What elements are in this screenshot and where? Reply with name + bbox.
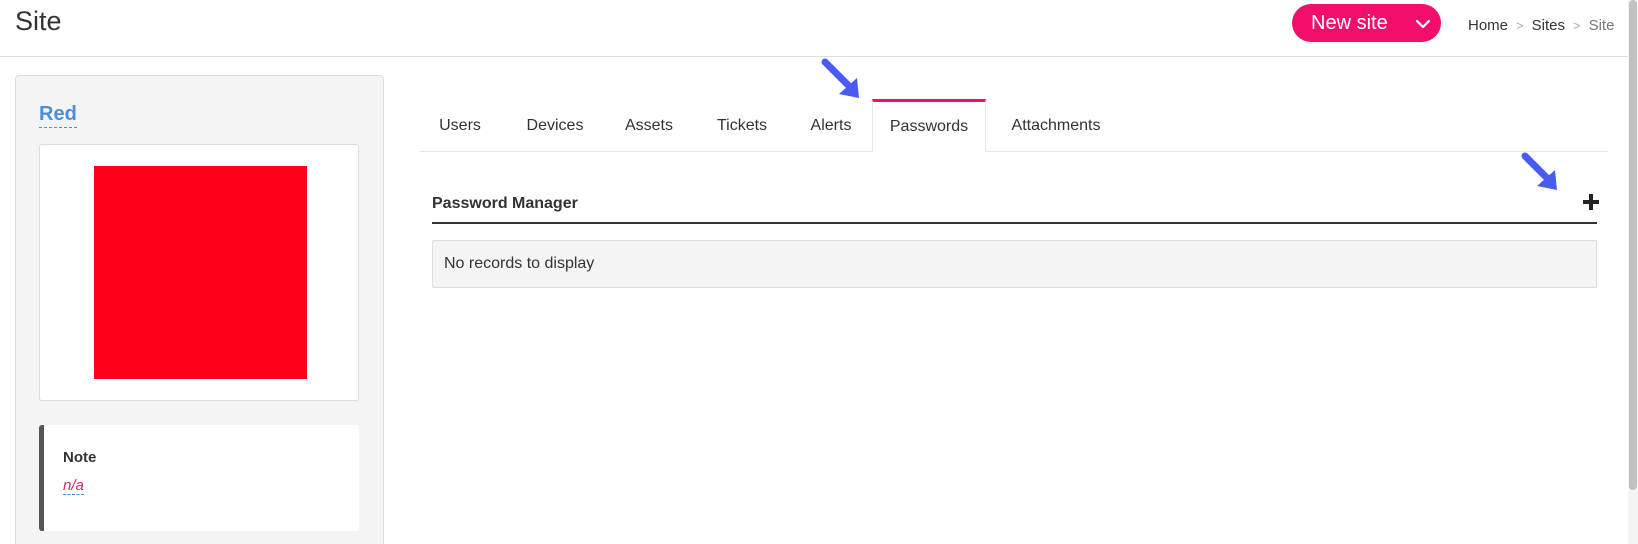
site-image — [94, 166, 307, 379]
breadcrumb-current: Site — [1588, 17, 1615, 34]
tab-tickets[interactable]: Tickets — [694, 100, 790, 152]
tab-passwords[interactable]: Passwords — [872, 99, 986, 152]
add-password-plus-icon[interactable] — [1583, 194, 1599, 210]
scrollbar-thumb[interactable] — [1629, 0, 1637, 490]
annotation-arrow-icon — [1521, 152, 1557, 190]
password-manager-title: Password Manager — [432, 195, 578, 212]
breadcrumb-sites[interactable]: Sites — [1532, 17, 1565, 34]
password-list-empty-state: No records to display — [432, 240, 1597, 288]
breadcrumb-separator: > — [1516, 18, 1524, 33]
breadcrumb-separator: > — [1572, 18, 1581, 33]
tab-assets[interactable]: Assets — [604, 100, 694, 152]
new-site-button[interactable]: New site — [1292, 4, 1441, 42]
page-title: Site — [15, 6, 62, 36]
password-manager-header: Password Manager — [432, 186, 1599, 224]
site-summary-panel: Red Note n/a — [15, 75, 384, 544]
note-card: Note n/a — [39, 425, 359, 531]
tab-users[interactable]: Users — [420, 100, 500, 152]
empty-message: No records to display — [444, 255, 595, 272]
tab-alerts[interactable]: Alerts — [790, 100, 872, 152]
tab-devices[interactable]: Devices — [506, 100, 604, 152]
page-scrollbar[interactable] — [1628, 0, 1638, 544]
note-value-editable[interactable]: n/a — [63, 477, 84, 495]
breadcrumb: Home > Sites > Site — [1468, 17, 1614, 34]
breadcrumb-home[interactable]: Home — [1468, 17, 1508, 34]
chevron-down-icon[interactable] — [1415, 16, 1431, 32]
note-title: Note — [63, 449, 97, 466]
site-tabs: Users Devices Assets Tickets Alerts Pass… — [420, 99, 1608, 152]
site-image-card — [39, 144, 359, 401]
site-name-link[interactable]: Red — [39, 103, 77, 128]
top-header: Site New site Home > Sites > Site — [0, 0, 1628, 57]
tab-attachments[interactable]: Attachments — [986, 100, 1126, 152]
new-site-button-label: New site — [1311, 12, 1388, 34]
annotation-arrow-icon — [821, 58, 859, 98]
